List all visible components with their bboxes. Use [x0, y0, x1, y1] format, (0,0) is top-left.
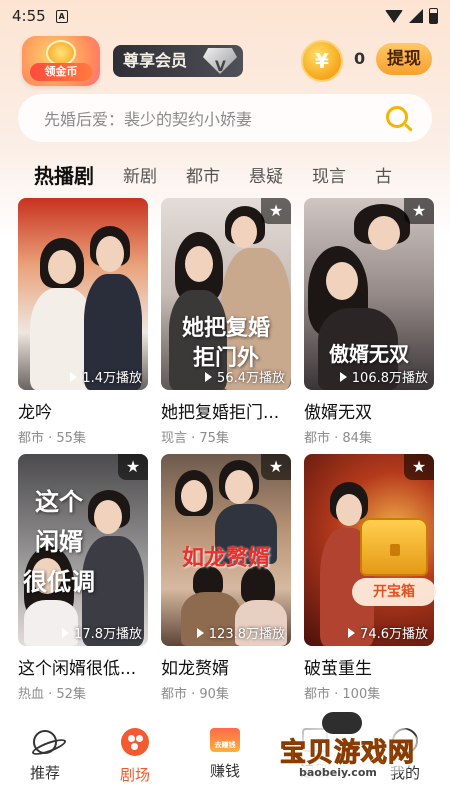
vip-button[interactable]: 尊享会员 V	[113, 45, 243, 77]
tab-urban[interactable]: 都市	[186, 162, 220, 187]
tab-ancient[interactable]: 古	[375, 162, 392, 187]
poster-figure	[181, 480, 207, 512]
coin-count: 0	[354, 49, 366, 68]
watermark-url: baobeiy.com	[296, 766, 380, 779]
drama-card[interactable]: 傲婿无双 ★ 106.8万播放 傲婿无双 都市 · 84集	[304, 198, 434, 446]
tab-new[interactable]: 新剧	[123, 162, 157, 187]
drama-card[interactable]: 1.4万播放 龙吟 都市 · 55集	[18, 198, 148, 446]
claim-gold-button[interactable]: 领金币	[22, 36, 100, 86]
watermark-logo: 宝贝游戏网 baobeiy.com	[272, 712, 432, 784]
favorite-star-icon[interactable]: ★	[261, 198, 291, 224]
drama-poster[interactable]: 1.4万播放	[18, 198, 148, 390]
drama-meta: 都市 · 90集	[161, 687, 229, 702]
play-icon	[205, 372, 213, 382]
poster-title: 她把复婚 拒门外	[181, 315, 270, 371]
poster-figure	[231, 216, 257, 248]
play-count: 56.4万播放	[205, 367, 285, 386]
drama-title[interactable]: 这个闲婿很低...	[18, 654, 148, 679]
search-bar[interactable]: 先婚后爱：裴少的契约小娇妻	[18, 94, 432, 142]
drama-poster[interactable]: 她把复婚 拒门外 ★ 56.4万播放	[161, 198, 291, 390]
status-bar: 4:55 A	[0, 0, 450, 32]
drama-title[interactable]: 龙吟	[18, 398, 148, 423]
withdraw-button[interactable]: 提现	[376, 43, 432, 75]
gamepad-icon	[322, 712, 362, 734]
poster-figure	[185, 246, 213, 282]
header: 领金币 尊享会员 V ¥ 0 提现	[0, 36, 450, 88]
vip-label: 尊享会员	[123, 51, 188, 70]
status-icons	[385, 8, 438, 24]
wifi-icon	[385, 9, 403, 23]
nav-label: 推荐	[29, 764, 60, 782]
favorite-star-icon[interactable]: ★	[118, 454, 148, 480]
play-count: 74.6万播放	[348, 623, 428, 642]
sim-icon: A	[55, 9, 68, 23]
watermark-text: 宝贝游戏网	[279, 738, 416, 769]
treasure-chest-button[interactable]: 开宝箱	[352, 518, 436, 608]
poster-title: 这个 闲婿 很低调	[23, 487, 95, 596]
favorite-star-icon[interactable]: ★	[404, 454, 434, 480]
earn-icon: 去赚钱	[210, 728, 240, 752]
poster-figure	[225, 470, 253, 504]
signal-icon	[409, 9, 423, 23]
drama-meta: 热血 · 52集	[18, 687, 86, 702]
category-tabs: 热播剧 新剧 都市 悬疑 现言 古	[0, 156, 450, 192]
drama-title[interactable]: 她把复婚拒门...	[161, 398, 291, 423]
play-count: 123.8万播放	[196, 623, 285, 642]
tab-romance[interactable]: 现言	[312, 162, 346, 187]
drama-card[interactable]: 这个 闲婿 很低调 ★ 17.8万播放 这个闲婿很低... 热血 · 52集	[18, 454, 148, 702]
drama-card[interactable]: 她把复婚 拒门外 ★ 56.4万播放 她把复婚拒门... 现言 · 75集	[161, 198, 291, 446]
claim-gold-label: 领金币	[30, 63, 92, 81]
play-icon	[62, 628, 70, 638]
nav-label: 赚钱	[209, 762, 240, 780]
poster-title: 傲婿无双	[329, 342, 409, 366]
search-icon[interactable]	[386, 106, 408, 128]
play-count: 17.8万播放	[62, 623, 142, 642]
status-time: 4:55	[12, 7, 46, 25]
drama-meta: 现言 · 75集	[161, 431, 229, 446]
nav-label: 剧场	[119, 766, 150, 784]
play-count: 106.8万播放	[339, 367, 428, 386]
drama-card[interactable]: 如龙赘婿 ★ 123.8万播放 如龙赘婿 都市 · 90集	[161, 454, 291, 702]
play-icon	[70, 372, 78, 382]
nav-recommend[interactable]: 推荐	[0, 720, 90, 800]
poster-figure	[326, 262, 358, 300]
drama-meta: 都市 · 100集	[304, 687, 381, 702]
treasure-chest-icon	[360, 518, 428, 576]
tab-hot[interactable]: 热播剧	[34, 160, 94, 189]
poster-figure	[48, 250, 76, 284]
planet-icon	[33, 730, 57, 754]
nav-theater[interactable]: 剧场	[90, 720, 180, 800]
diamond-icon: V	[203, 48, 237, 74]
coin-icon[interactable]: ¥	[301, 40, 343, 82]
drama-meta: 都市 · 84集	[304, 431, 372, 446]
poster-figure	[96, 236, 124, 272]
drama-meta: 都市 · 55集	[18, 431, 86, 446]
search-placeholder: 先婚后爱：裴少的契约小娇妻	[44, 110, 253, 129]
poster-figure	[368, 216, 400, 250]
favorite-star-icon[interactable]: ★	[404, 198, 434, 224]
treasure-label: 开宝箱	[352, 578, 436, 606]
favorite-star-icon[interactable]: ★	[261, 454, 291, 480]
drama-title[interactable]: 破茧重生	[304, 654, 434, 679]
tab-mystery[interactable]: 悬疑	[249, 162, 283, 187]
drama-title[interactable]: 傲婿无双	[304, 398, 434, 423]
poster-title: 如龙赘婿	[181, 545, 270, 571]
play-icon	[348, 628, 356, 638]
nav-earn[interactable]: 去赚钱 赚钱	[180, 720, 270, 800]
reel-icon	[121, 728, 149, 756]
drama-poster[interactable]: 傲婿无双 ★ 106.8万播放	[304, 198, 434, 390]
play-count: 1.4万播放	[70, 367, 142, 386]
play-icon	[339, 372, 347, 382]
drama-poster[interactable]: 这个 闲婿 很低调 ★ 17.8万播放	[18, 454, 148, 646]
play-icon	[196, 628, 204, 638]
drama-title[interactable]: 如龙赘婿	[161, 654, 291, 679]
battery-icon	[429, 8, 438, 24]
drama-poster[interactable]: 如龙赘婿 ★ 123.8万播放	[161, 454, 291, 646]
diamond-letter: V	[215, 59, 226, 75]
